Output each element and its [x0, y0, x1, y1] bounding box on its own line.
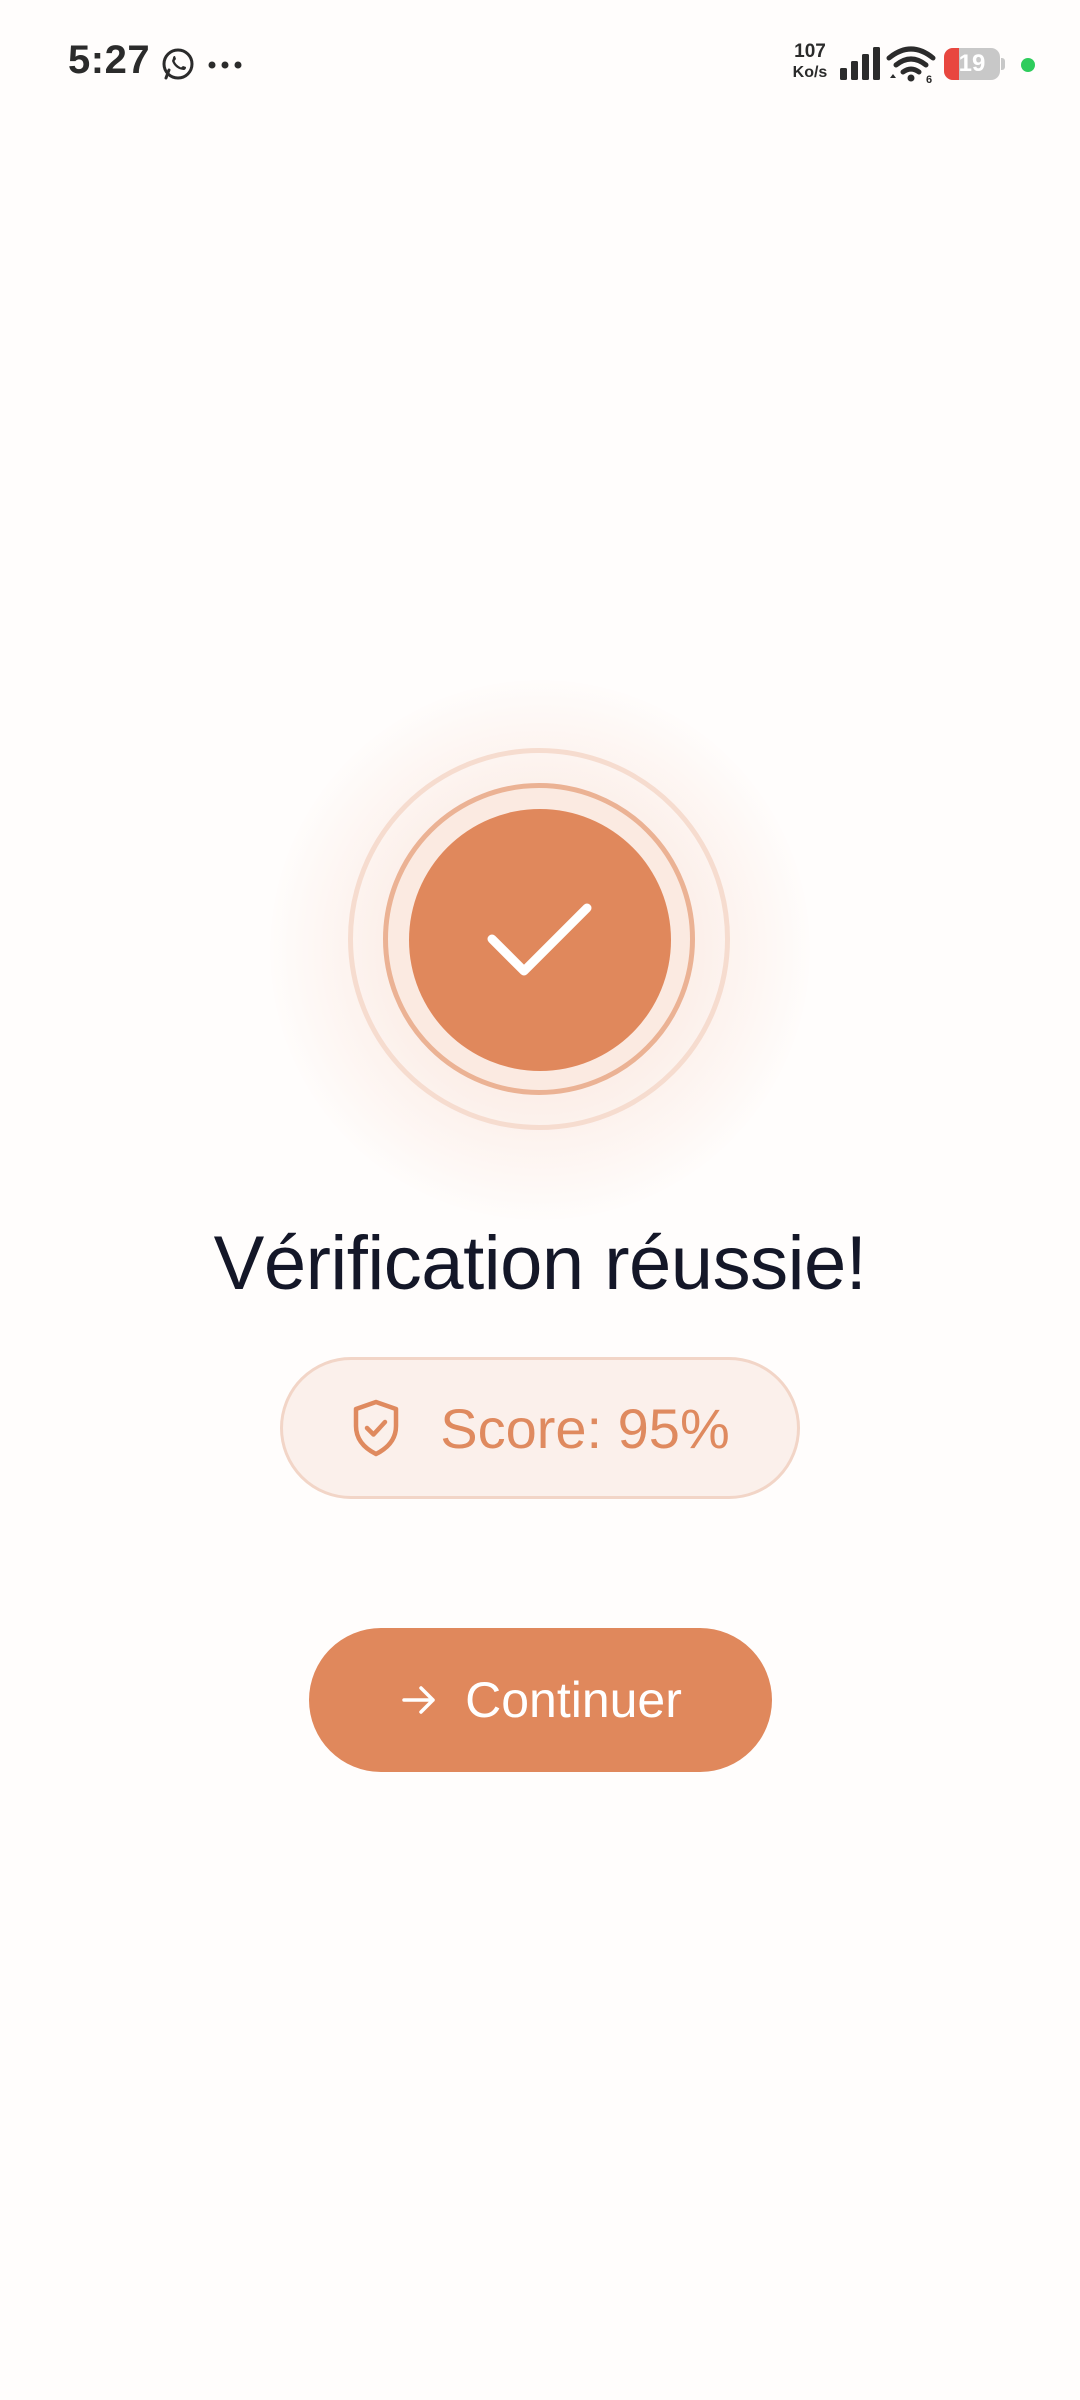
check-icon	[487, 903, 592, 976]
network-speed-value: 107	[794, 41, 826, 62]
battery-level: 19	[958, 50, 986, 77]
score-text: Score: 95%	[440, 1396, 730, 1460]
page-title: Vérification réussie!	[213, 1221, 867, 1306]
svg-text:6: 6	[926, 74, 932, 84]
continue-button-label: Continuer	[465, 1672, 682, 1728]
privacy-indicator-dot	[1021, 58, 1035, 72]
wifi-icon: 6	[886, 46, 936, 84]
network-speed-unit: Ko/s	[792, 64, 828, 81]
score-badge: Score: 95%	[280, 1357, 800, 1499]
battery-icon: 19	[944, 48, 1005, 80]
signal-icon	[840, 47, 880, 80]
whatsapp-icon	[162, 48, 194, 80]
continue-button[interactable]: Continuer	[309, 1628, 772, 1772]
arrow-right-icon	[402, 1686, 435, 1714]
status-bar: 5:27 107 Ko/s 6 19	[0, 0, 1080, 130]
shield-check-icon	[354, 1399, 399, 1457]
verification-success-screen: 5:27 107 Ko/s 6 19 Vérification réussie!…	[0, 0, 1080, 2400]
network-speed: 107 Ko/s	[784, 42, 836, 81]
more-icon	[208, 61, 242, 69]
success-badge	[409, 809, 671, 1071]
status-time: 5:27	[68, 38, 151, 82]
